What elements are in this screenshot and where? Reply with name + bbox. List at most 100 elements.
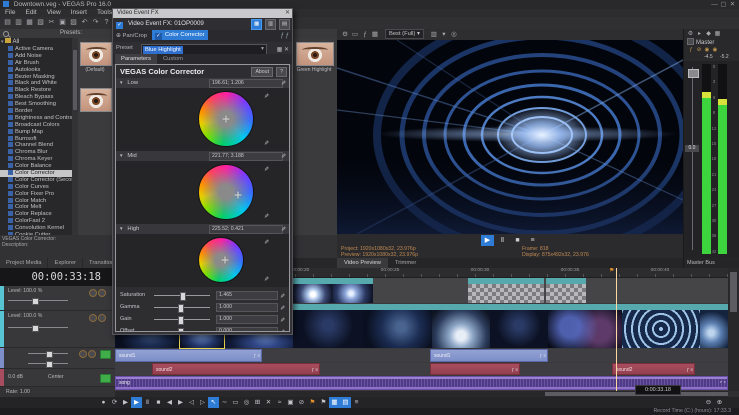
envelope-tool-button[interactable]: ∼ — [219, 397, 230, 408]
copy-icon[interactable]: ▣ — [57, 17, 68, 29]
fx-list-item[interactable]: Chroma Keyer — [0, 156, 72, 163]
lock-envelopes-toggle[interactable]: ▣ — [285, 397, 296, 408]
slider-value-field[interactable]: 1.000 — [216, 315, 278, 324]
fx-list-item[interactable]: Brightness and Contrast — [0, 114, 72, 122]
plugin-chain-button[interactable]: ▦ — [251, 19, 263, 30]
insert-marker-button[interactable]: ⚑ — [307, 397, 318, 408]
solo-icon[interactable]: ◉ — [703, 46, 711, 54]
color-eyedropper-icon[interactable]: ✎ — [264, 276, 269, 283]
video-output-fx-icon[interactable]: ƒ — [360, 29, 370, 40]
slider-handle[interactable] — [178, 304, 185, 313]
search-icon[interactable] — [3, 31, 9, 37]
solo-button[interactable] — [98, 289, 106, 297]
fx-list-item[interactable]: Air Brush — [0, 59, 72, 67]
fx-list-item[interactable]: Active Camera — [0, 46, 72, 53]
complementary-eyedropper-icon[interactable]: ✎ — [264, 239, 269, 246]
open-project-icon[interactable]: ▥ — [13, 17, 24, 29]
redo-icon[interactable]: ↷ — [90, 17, 101, 29]
video-event[interactable] — [432, 304, 490, 348]
grab-frame-icon[interactable]: ◎ — [449, 29, 459, 40]
pan-crop-chip[interactable]: ⊕ Pan/Crop — [116, 33, 147, 39]
eyedropper-icon[interactable]: ✎ — [280, 327, 285, 331]
fx-list-item[interactable]: Black Restore — [0, 87, 72, 94]
event-fx-icon[interactable]: ƒ ≡ — [720, 377, 726, 389]
slider-track[interactable] — [154, 316, 210, 325]
audio-track-header-1[interactable] — [0, 348, 115, 369]
preview-pause-button[interactable]: Ⅱ — [496, 235, 509, 246]
dropdown-icon[interactable]: ▾ — [439, 29, 449, 40]
fx-list-item[interactable]: Convolution Kernel — [0, 225, 72, 232]
slider-handle[interactable] — [179, 292, 186, 301]
timeline-v-scrollbar[interactable] — [728, 268, 739, 391]
external-monitor-icon[interactable]: ▭ — [350, 29, 360, 40]
audio-track-header-2[interactable]: 0.0 dB Center — [0, 369, 115, 387]
auto-ripple-toggle[interactable]: ≈ — [274, 397, 285, 408]
preview-stop-button[interactable]: ■ — [511, 235, 524, 246]
video-preview-frame[interactable] — [337, 40, 683, 234]
preview-quality-select[interactable]: Best (Full) ▾ — [384, 29, 424, 39]
zoom-tool-button[interactable]: ◎ — [241, 397, 252, 408]
ignore-grouping-toggle[interactable]: ⊘ — [296, 397, 307, 408]
zoom-in-timeline-icon[interactable]: ⊕ — [714, 397, 725, 408]
eyedropper-icon[interactable]: ✎ — [281, 152, 286, 162]
record-bus-icon[interactable]: ◉ — [711, 46, 719, 54]
video-event[interactable] — [333, 278, 373, 303]
save-preset-icon[interactable]: ▦ — [277, 47, 283, 53]
playhead[interactable] — [616, 268, 617, 391]
wheel-value-field[interactable]: 196.61; 1.206 — [209, 79, 283, 88]
mixer-button[interactable]: ▤ — [340, 397, 351, 408]
preview-menu-button[interactable]: ≡ — [526, 235, 539, 246]
fx-enable-checkbox[interactable]: ✓ — [116, 22, 123, 29]
preview-play-button[interactable]: ▶ — [481, 235, 494, 246]
fx-list-item[interactable]: Border — [0, 108, 72, 115]
event-fx-icon[interactable]: ƒ ≡ — [687, 364, 693, 374]
event-fx-icon[interactable]: ƒ ≡ — [540, 350, 546, 361]
fx-list-item[interactable]: Color Corrector (Secondary) — [0, 176, 72, 184]
fx-automation-icon[interactable]: ƒ — [281, 33, 284, 39]
plugin-enable-checkbox[interactable]: ✓ — [154, 33, 162, 40]
audio-event[interactable]: sound1 ƒ ≡ — [430, 349, 548, 362]
preset-thumbnail[interactable]: Green Highlight — [296, 42, 334, 73]
next-frame-button[interactable]: ▷ — [197, 397, 208, 408]
prev-frame-button[interactable]: ◁ — [186, 397, 197, 408]
color-wheel[interactable] — [198, 164, 254, 220]
solo-button[interactable] — [98, 314, 106, 322]
project-properties-icon[interactable]: ▧ — [35, 17, 46, 29]
timecode-display[interactable]: 00:00:33:18 — [0, 268, 115, 286]
collapse-icon[interactable]: ▼ — [119, 153, 123, 158]
tab-video-preview[interactable]: Video Preview — [337, 258, 388, 268]
close-icon[interactable]: ✕ — [285, 9, 290, 18]
tab-custom[interactable]: Custom — [157, 54, 189, 64]
event-fx-icon[interactable]: ƒ ≡ — [312, 364, 318, 374]
fx-list-item[interactable]: Color Fixer Pro — [0, 190, 72, 198]
fx-list-item[interactable]: Bleach Bypass — [0, 94, 72, 101]
tab-trimmer[interactable]: Trimmer — [388, 258, 423, 268]
fx-list-item[interactable]: Bezier Masking — [0, 73, 72, 81]
slider-value-field[interactable]: 0.000 — [216, 327, 278, 331]
menu-item[interactable]: View — [42, 9, 66, 17]
wheel-crosshair[interactable] — [222, 115, 230, 123]
record-button[interactable]: ● — [98, 397, 109, 408]
slider-value-field[interactable]: 1.465 — [216, 291, 278, 300]
new-project-icon[interactable]: ▤ — [2, 17, 13, 29]
about-button[interactable]: About — [251, 67, 274, 77]
video-event[interactable] — [468, 278, 544, 303]
color-wheel[interactable] — [198, 91, 254, 147]
mute-button[interactable] — [79, 350, 87, 358]
video-event[interactable] — [293, 304, 363, 348]
slider-track[interactable] — [154, 304, 210, 313]
collapse-icon[interactable]: ▼ — [119, 226, 123, 231]
pause-button[interactable]: Ⅱ — [142, 397, 153, 408]
record-arm-button[interactable] — [100, 350, 111, 359]
mute-icon[interactable]: ⊘ — [695, 46, 703, 54]
selection-tool-button[interactable]: ▭ — [230, 397, 241, 408]
stop-button[interactable]: ■ — [153, 397, 164, 408]
wheel-value-field[interactable]: 221.77; 3.188 — [209, 152, 283, 161]
fx-list-item[interactable]: Chroma Blur — [0, 149, 72, 156]
master-fx-icon[interactable]: ƒ — [687, 46, 695, 54]
play-button[interactable]: ▶ — [131, 397, 142, 408]
fx-list-item[interactable]: Color Curves — [0, 183, 72, 191]
complementary-eyedropper-icon[interactable]: ✎ — [264, 166, 269, 173]
video-event[interactable] — [293, 278, 333, 303]
dialog-title-bar[interactable]: Video Event FX ✕ — [113, 9, 292, 18]
